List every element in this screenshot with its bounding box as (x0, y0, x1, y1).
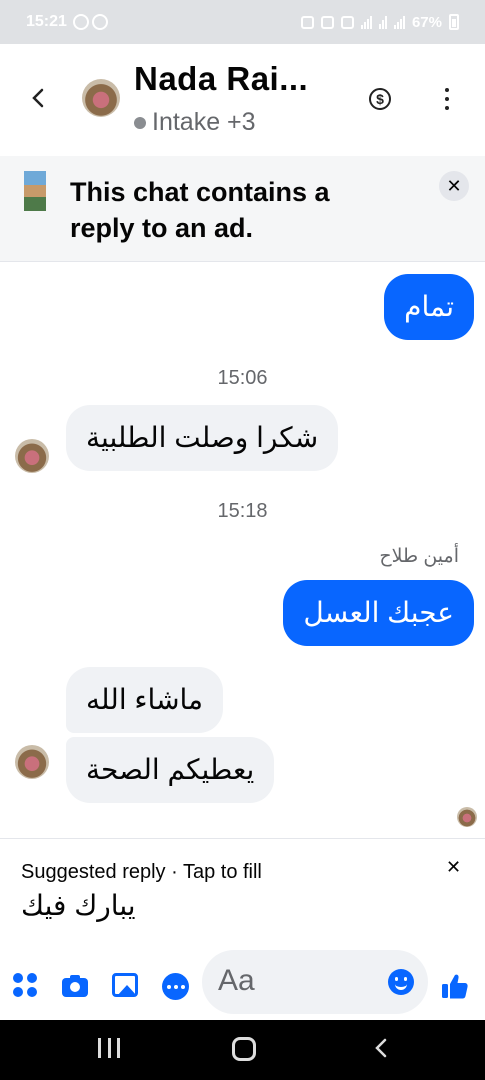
gallery-icon[interactable] (112, 973, 138, 997)
wifi-icon (378, 15, 387, 29)
message-field[interactable] (202, 950, 428, 1014)
message-bubble-outgoing[interactable]: عجبك العسل (283, 580, 474, 646)
close-banner-icon[interactable]: ✕ (439, 171, 469, 201)
signal-icon-2 (393, 15, 405, 29)
system-back-icon[interactable] (372, 1038, 390, 1058)
link-icon (300, 15, 314, 29)
suggested-reply-panel[interactable]: Suggested reply · Tap to fill يبارك فيك … (0, 838, 485, 946)
battery-percent: 67% (411, 13, 442, 31)
seen-indicator-avatar (457, 807, 477, 827)
sender-avatar[interactable] (15, 745, 49, 779)
data-saver-icon (91, 14, 108, 30)
contact-name[interactable]: Nada Rai... (134, 60, 308, 98)
message-timestamp: 15:18 (217, 500, 268, 522)
status-bar: 15:21 67% (0, 0, 485, 44)
contact-avatar[interactable] (82, 79, 120, 117)
message-bubble-outgoing[interactable]: تمام (384, 274, 474, 340)
system-navigation-bar (0, 1020, 485, 1080)
message-list[interactable]: تمام 15:06 شكرا وصلت الطلبية 15:18 أمين … (0, 262, 485, 837)
recent-apps-icon[interactable] (98, 1038, 120, 1060)
status-time: 15:21 (26, 13, 67, 30)
message-bubble-incoming[interactable]: ماشاء الله (66, 667, 224, 733)
chat-extensions-icon[interactable] (162, 973, 189, 1000)
ad-thumbnail (24, 171, 46, 211)
message-bubble-incoming[interactable]: يعطيكم الصحة (66, 737, 275, 803)
message-composer (0, 946, 485, 1020)
suggested-reply-text[interactable]: يبارك فيك (21, 889, 136, 922)
back-arrow-icon[interactable] (24, 84, 52, 112)
battery-icon (449, 14, 459, 30)
messenger-chat-screen: 15:21 67% Nada Rai... Intake +3 $ This c… (0, 0, 485, 1080)
contact-subtitle[interactable]: Intake +3 (134, 108, 256, 137)
alarm-icon (320, 15, 334, 29)
contact-label: Intake +3 (152, 108, 256, 136)
message-input[interactable] (218, 964, 378, 998)
status-right: 67% (300, 13, 459, 31)
mute-icon (340, 15, 354, 29)
reply-sender-name: أمين طلاح (379, 546, 459, 567)
home-icon[interactable] (232, 1037, 256, 1061)
suggested-reply-label: Suggested reply · Tap to fill (21, 861, 262, 883)
message-bubble-incoming[interactable]: شكرا وصلت الطلبية (66, 405, 339, 471)
signal-icon (360, 15, 372, 29)
ad-banner-text: This chat contains a reply to an ad. (70, 177, 330, 243)
message-timestamp: 15:06 (217, 367, 268, 389)
dollar-icon[interactable]: $ (369, 88, 391, 110)
notification-icons (72, 14, 108, 30)
label-dot-icon (134, 116, 146, 129)
like-thumb-icon[interactable] (440, 971, 470, 1001)
apps-icon[interactable] (13, 973, 37, 997)
close-suggestion-icon[interactable]: ✕ (446, 857, 461, 878)
ad-reply-banner[interactable]: This chat contains a reply to an ad. ✕ (0, 156, 485, 262)
sender-avatar[interactable] (15, 439, 49, 473)
emoji-icon[interactable] (388, 969, 414, 995)
camera-icon[interactable] (62, 973, 88, 999)
more-options-icon[interactable] (438, 88, 456, 110)
sync-icon (72, 14, 89, 30)
chat-header: Nada Rai... Intake +3 $ (0, 44, 485, 152)
